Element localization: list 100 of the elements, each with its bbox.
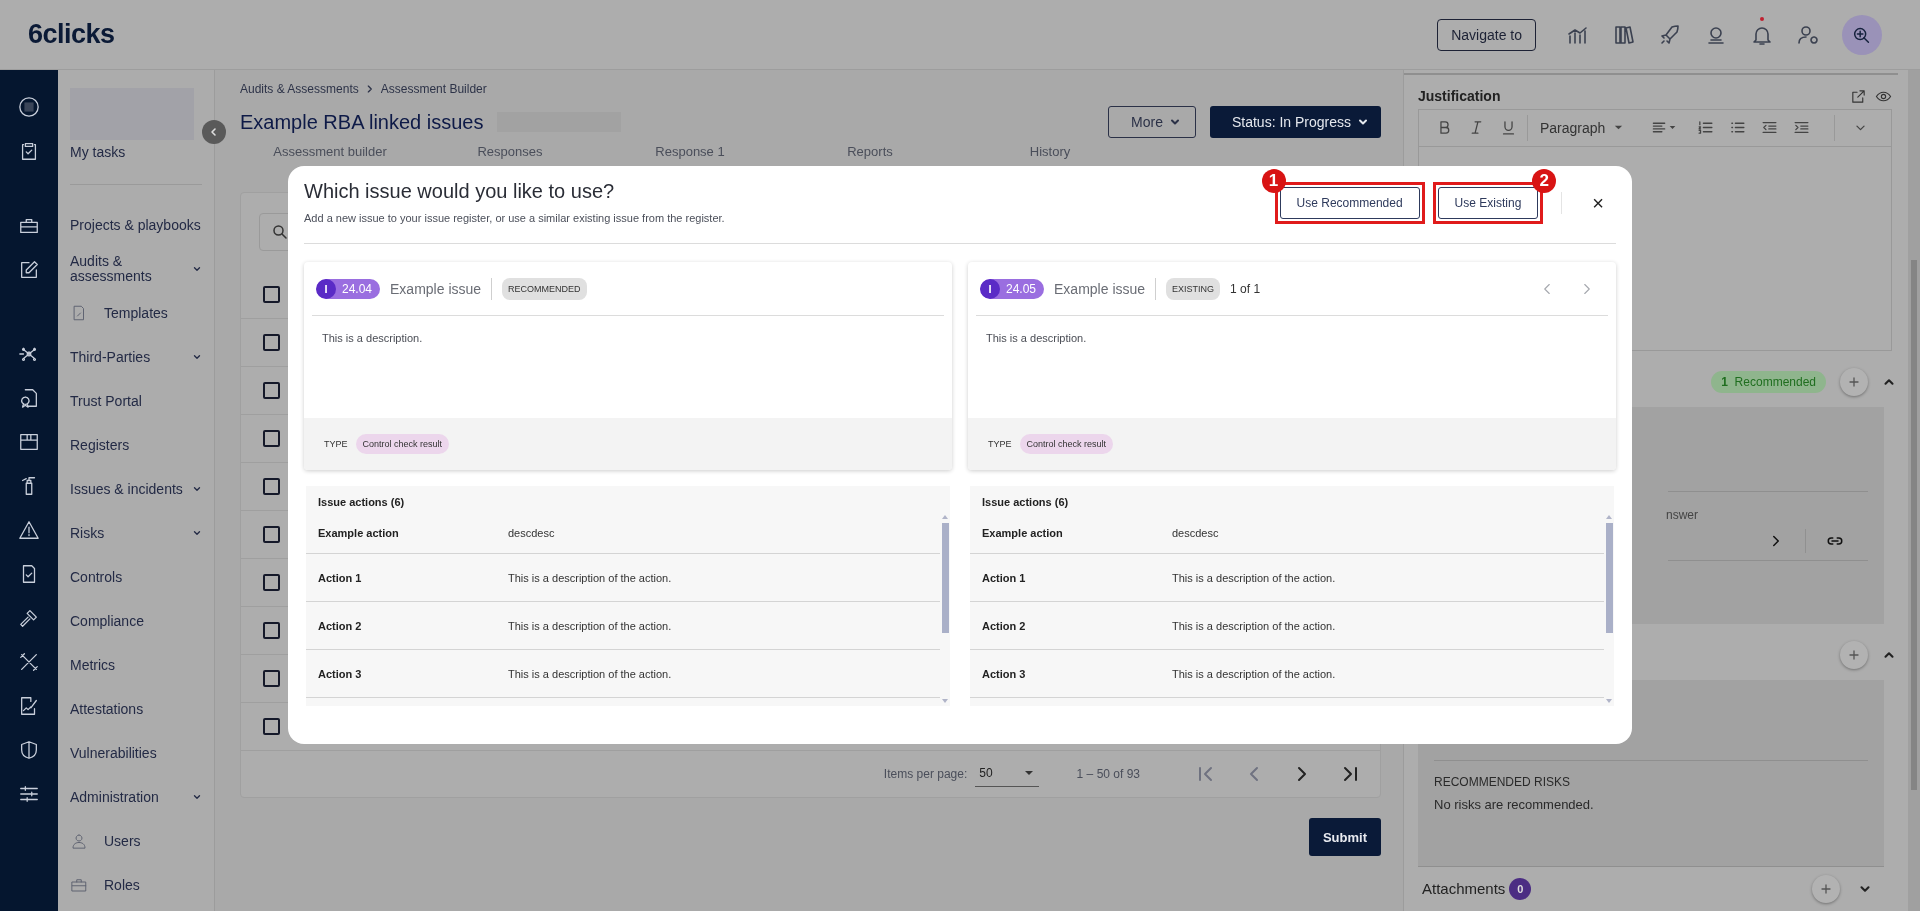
checkbox[interactable] bbox=[263, 526, 280, 543]
step-marker: 2 bbox=[1532, 169, 1557, 193]
action-description: descdesc bbox=[508, 526, 555, 539]
action-description: This is a description of the action. bbox=[1172, 667, 1336, 680]
page-size-select[interactable]: 50 bbox=[975, 761, 1039, 787]
checkbox[interactable] bbox=[263, 430, 280, 447]
action-name: Action 3 bbox=[318, 667, 363, 680]
numbered-list-icon bbox=[1696, 119, 1714, 137]
page-title: Example RBA linked issues bbox=[240, 110, 484, 134]
chevron-down-icon bbox=[192, 792, 202, 802]
nav-item[interactable]: Risks bbox=[70, 511, 214, 555]
nav-subitem[interactable]: Users bbox=[70, 819, 214, 863]
nav-item[interactable]: Third-Parties bbox=[70, 335, 214, 379]
chevron-down-icon bbox=[192, 264, 202, 274]
plus-icon bbox=[1820, 882, 1832, 895]
signature-icon[interactable] bbox=[18, 695, 40, 717]
edit-icon[interactable] bbox=[18, 259, 40, 281]
checkbox[interactable] bbox=[263, 286, 280, 303]
checkbox[interactable] bbox=[263, 478, 280, 495]
match-counter: 1 of 1 bbox=[1230, 281, 1261, 296]
dialog-button[interactable]: Use Recommended bbox=[1279, 187, 1420, 219]
hammer-icon[interactable] bbox=[18, 607, 40, 629]
tab[interactable]: Responses bbox=[420, 144, 600, 159]
scrollbar[interactable] bbox=[1908, 70, 1920, 911]
breadcrumb-current: Assessment Builder bbox=[380, 82, 487, 96]
action-name: Action 3 bbox=[982, 667, 1027, 680]
justification-label: Justification bbox=[1418, 88, 1502, 105]
type-chip: Control check result bbox=[355, 434, 450, 454]
checkbox[interactable] bbox=[263, 382, 280, 399]
nav-item[interactable]: Compliance bbox=[70, 599, 214, 643]
nav-item[interactable]: Projects & playbooks bbox=[70, 203, 214, 247]
close-button[interactable]: × bbox=[1588, 191, 1608, 215]
nav-item[interactable]: Controls bbox=[70, 555, 214, 599]
avatar-icon[interactable] bbox=[18, 96, 40, 118]
more-button[interactable]: More bbox=[1108, 106, 1196, 138]
box-icon[interactable] bbox=[18, 431, 40, 453]
tab[interactable]: History bbox=[960, 144, 1140, 159]
nav-subitem[interactable]: Roles bbox=[70, 863, 214, 907]
nav-item[interactable]: Metrics bbox=[70, 643, 214, 687]
rocket-icon[interactable] bbox=[1658, 22, 1682, 47]
chevron-down-icon bbox=[192, 528, 202, 538]
nav-subitem[interactable]: Templates bbox=[70, 291, 214, 335]
nav-item[interactable]: Issues & incidents bbox=[70, 467, 214, 511]
plus-icon bbox=[1848, 375, 1860, 388]
avatar[interactable] bbox=[1842, 14, 1882, 55]
checkbox[interactable] bbox=[263, 334, 280, 351]
checkbox[interactable] bbox=[263, 718, 280, 735]
issue-description: This is a description. bbox=[986, 332, 1087, 344]
tab[interactable]: Assessment builder bbox=[240, 144, 420, 159]
shield-icon[interactable] bbox=[18, 739, 40, 761]
checkbox[interactable] bbox=[263, 622, 280, 639]
risks-heading: RECOMMENDED RISKS bbox=[1434, 775, 1571, 790]
recommended-badge: 1 Recommended bbox=[1711, 370, 1826, 393]
dialog-title: Which issue would you like to use? bbox=[304, 180, 616, 203]
page-range: 1 – 50 of 93 bbox=[1076, 767, 1140, 781]
sliders-icon[interactable] bbox=[18, 783, 40, 805]
tab[interactable]: Reports bbox=[780, 144, 960, 159]
navigate-button[interactable]: Navigate to bbox=[1437, 18, 1536, 51]
person-icon bbox=[70, 832, 88, 850]
nav-item[interactable]: My tasks bbox=[70, 140, 214, 164]
action-description: This is a description of the action. bbox=[1172, 619, 1336, 632]
issue-id-tag: I 24.04 bbox=[316, 278, 381, 299]
checkbox[interactable] bbox=[263, 574, 280, 591]
submit-button[interactable]: Submit bbox=[1308, 818, 1381, 856]
step-marker: 1 bbox=[1261, 169, 1286, 193]
tools-icon[interactable] bbox=[18, 651, 40, 673]
logo[interactable]: 6clicks bbox=[28, 19, 115, 50]
action-name: Action 2 bbox=[982, 619, 1027, 632]
risks-empty-text: No risks are recommended. bbox=[1434, 797, 1595, 813]
certificate-icon[interactable] bbox=[18, 387, 40, 409]
action-description: This is a description of the action. bbox=[508, 619, 672, 632]
action-name: Example action bbox=[318, 526, 400, 539]
type-label: TYPE bbox=[988, 439, 1012, 449]
breadcrumb-link[interactable]: Audits & Assessments bbox=[240, 82, 359, 96]
external-link-icon[interactable] bbox=[1850, 87, 1867, 105]
collapse-button[interactable] bbox=[202, 120, 226, 144]
block-style-select[interactable]: Paragraph bbox=[1540, 119, 1625, 136]
tab[interactable]: Response 1 bbox=[600, 144, 780, 159]
plus-icon bbox=[1848, 649, 1860, 662]
dialog-button[interactable]: Use Existing bbox=[1437, 187, 1539, 219]
chevron-down-icon bbox=[192, 352, 202, 362]
nav-item[interactable]: Registers bbox=[70, 423, 214, 467]
warning-icon[interactable] bbox=[18, 519, 40, 541]
issue-name: Example issue bbox=[390, 280, 482, 297]
issue-description: This is a description. bbox=[322, 332, 423, 344]
nav-item[interactable]: Vulnerabilities bbox=[70, 731, 214, 775]
nav-item[interactable]: Attestations bbox=[70, 687, 214, 731]
nav-item[interactable]: Trust Portal bbox=[70, 379, 214, 423]
briefcase-icon bbox=[70, 876, 88, 894]
dialog-subtitle: Add a new issue to your issue register, or use a similar existing issue from the register. bbox=[304, 212, 726, 224]
type-label: TYPE bbox=[324, 439, 348, 449]
action-name: Action 1 bbox=[982, 571, 1027, 584]
nav-item[interactable]: Administration bbox=[70, 775, 214, 819]
status-chip: RECOMMENDED bbox=[502, 277, 587, 300]
status-button[interactable]: Status: In Progress bbox=[1209, 106, 1381, 138]
actions-title: Issue actions (6) bbox=[981, 495, 1070, 510]
action-description: This is a description of the action. bbox=[508, 667, 672, 680]
checkbox[interactable] bbox=[263, 670, 280, 687]
action-description: This is a description of the action. bbox=[508, 571, 672, 584]
nav-item[interactable]: Audits & assessments bbox=[70, 247, 214, 291]
